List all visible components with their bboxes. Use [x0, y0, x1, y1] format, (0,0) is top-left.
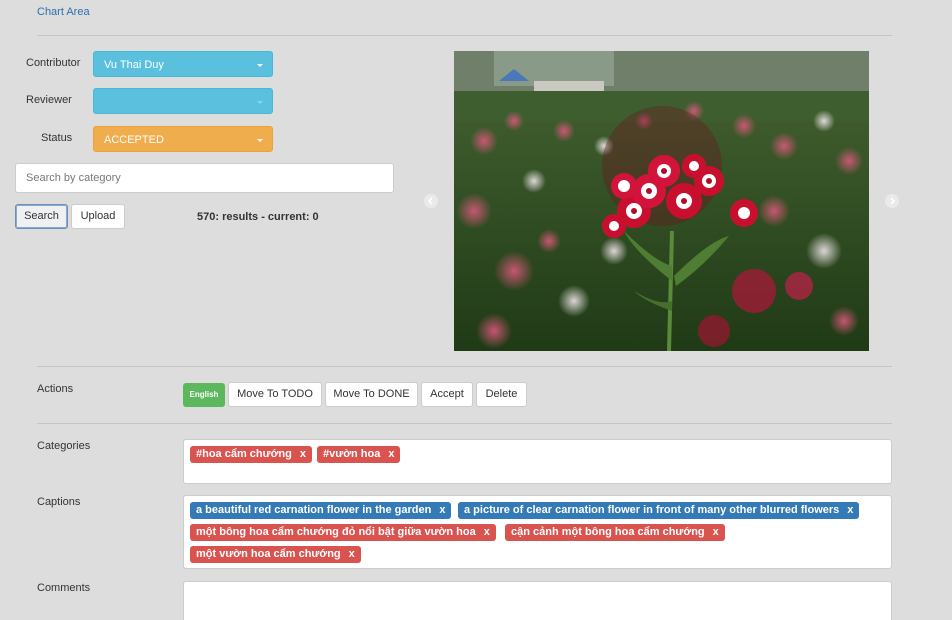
- caption-tag: cận cảnh một bông hoa cẩm chướng x: [505, 524, 725, 541]
- caption-tag: một vườn hoa cẩm chướng x: [190, 546, 361, 563]
- captions-label: Captions: [37, 496, 81, 508]
- contributor-label: Contributor: [26, 57, 81, 69]
- category-tag: #hoa cẩm chướng x: [190, 446, 312, 463]
- contributor-value: Vu Thai Duy: [104, 59, 164, 71]
- chevron-down-icon: [257, 139, 263, 142]
- tag-label: cận cảnh một bông hoa cẩm chướng: [511, 526, 705, 538]
- status-dropdown[interactable]: ACCEPTED: [93, 126, 273, 152]
- comments-label: Comments: [37, 582, 91, 594]
- comments-textarea[interactable]: [183, 581, 892, 620]
- prev-image-button[interactable]: [424, 194, 438, 208]
- category-search-input[interactable]: Search by category: [15, 163, 394, 193]
- remove-tag-icon[interactable]: x: [388, 448, 394, 460]
- chevron-down-icon: [257, 64, 263, 67]
- divider: [37, 423, 892, 424]
- reviewer-label: Reviewer: [26, 94, 72, 106]
- caption-tag: một bông hoa cẩm chướng đỏ nổi bật giữa …: [190, 524, 496, 541]
- delete-button[interactable]: Delete: [476, 382, 527, 407]
- tag-label: một vườn hoa cẩm chướng: [196, 548, 341, 560]
- search-placeholder: Search by category: [26, 172, 121, 184]
- remove-tag-icon[interactable]: x: [713, 526, 719, 538]
- actions-label: Actions: [37, 383, 74, 395]
- captions-input[interactable]: a beautiful red carnation flower in the …: [183, 495, 892, 569]
- reviewer-dropdown[interactable]: [93, 88, 273, 114]
- caption-tag: a beautiful red carnation flower in the …: [190, 502, 452, 519]
- remove-tag-icon[interactable]: x: [847, 504, 853, 516]
- carnation-photo: [454, 51, 869, 351]
- divider: [37, 35, 892, 36]
- move-to-done-button[interactable]: Move To DONE: [325, 382, 418, 407]
- tag-label: #vườn hoa: [323, 448, 381, 460]
- divider: [37, 366, 892, 367]
- remove-tag-icon[interactable]: x: [300, 448, 306, 460]
- categories-input[interactable]: #hoa cẩm chướng x #vườn hoa x: [183, 439, 892, 484]
- tag-label: #hoa cẩm chướng: [196, 448, 292, 460]
- remove-tag-icon[interactable]: x: [484, 526, 490, 538]
- status-value: ACCEPTED: [104, 134, 164, 146]
- tag-label: một bông hoa cẩm chướng đỏ nổi bật giữa …: [196, 526, 476, 538]
- chevron-down-icon: [257, 101, 263, 104]
- remove-tag-icon[interactable]: x: [439, 504, 445, 516]
- status-label: Status: [41, 132, 73, 144]
- accept-button[interactable]: Accept: [421, 382, 473, 407]
- tag-label: a beautiful red carnation flower in the …: [196, 504, 432, 516]
- search-button[interactable]: Search: [15, 204, 68, 229]
- categories-label: Categories: [37, 440, 91, 452]
- category-tag: #vườn hoa x: [317, 446, 401, 463]
- chevron-left-icon: [427, 197, 433, 205]
- breadcrumb[interactable]: Chart Area: [37, 6, 90, 18]
- tag-label: a picture of clear carnation flower in f…: [464, 504, 840, 516]
- remove-tag-icon[interactable]: x: [349, 548, 355, 560]
- move-to-todo-button[interactable]: Move To TODO: [228, 382, 322, 407]
- results-count: 570: results - current: 0: [197, 211, 319, 223]
- contributor-dropdown[interactable]: Vu Thai Duy: [93, 51, 273, 77]
- language-button[interactable]: English: [183, 383, 225, 407]
- chevron-right-icon: [890, 197, 896, 205]
- next-image-button[interactable]: [885, 194, 899, 208]
- upload-button[interactable]: Upload: [71, 204, 125, 229]
- caption-tag: a picture of clear carnation flower in f…: [458, 502, 860, 519]
